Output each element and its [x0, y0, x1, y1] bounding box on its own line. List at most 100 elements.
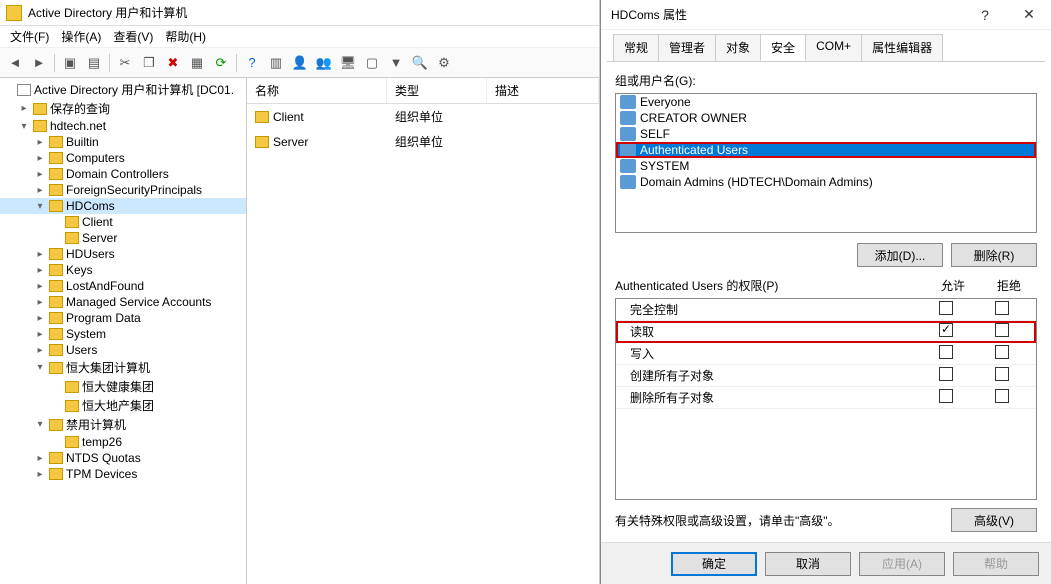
chevron-icon[interactable]: ▸	[34, 281, 46, 292]
tree-item[interactable]: ▾hdtech.net	[0, 118, 246, 134]
tree-item[interactable]: ▸Domain Controllers	[0, 166, 246, 182]
list-item[interactable]: Server组织单位	[247, 129, 599, 154]
col-desc[interactable]: 描述	[487, 78, 599, 103]
chevron-icon[interactable]: ▸	[34, 249, 46, 260]
tree-item[interactable]: ▸LostAndFound	[0, 278, 246, 294]
remove-button[interactable]: 删除(R)	[951, 243, 1037, 267]
tool1-icon[interactable]: ▥	[265, 52, 287, 74]
allow-checkbox[interactable]	[939, 345, 953, 359]
tree-item[interactable]: ▸Builtin	[0, 134, 246, 150]
delete-icon[interactable]: ✖	[162, 52, 184, 74]
deny-checkbox[interactable]	[995, 323, 1009, 337]
menu-file[interactable]: 文件(F)	[4, 26, 55, 47]
tree-item[interactable]: ▸HDUsers	[0, 246, 246, 262]
tree-item[interactable]: Client	[0, 214, 246, 230]
group-item[interactable]: Everyone	[616, 94, 1036, 110]
cut-icon[interactable]: ✂	[114, 52, 136, 74]
tree-item[interactable]: ▸TPM Devices	[0, 466, 246, 482]
tree-item[interactable]: Active Directory 用户和计算机 [DC01.	[0, 80, 246, 99]
computer-icon[interactable]: 🖥	[337, 52, 359, 74]
tree-item[interactable]: 恒大健康集团	[0, 377, 246, 396]
tree-item[interactable]: ▸Keys	[0, 262, 246, 278]
user-icon[interactable]: 👤	[289, 52, 311, 74]
ou-icon[interactable]: ▢	[361, 52, 383, 74]
back-icon[interactable]: ◄	[4, 52, 26, 74]
tab-2[interactable]: 对象	[715, 34, 761, 61]
deny-checkbox[interactable]	[995, 301, 1009, 315]
show-icon[interactable]: ▤	[83, 52, 105, 74]
deny-checkbox[interactable]	[995, 389, 1009, 403]
groups-list[interactable]: EveryoneCREATOR OWNERSELFAuthenticated U…	[615, 93, 1037, 233]
close-icon[interactable]: ✕	[1007, 0, 1051, 30]
tab-4[interactable]: COM+	[805, 34, 862, 61]
deny-checkbox[interactable]	[995, 367, 1009, 381]
tree-item[interactable]: ▾恒大集团计算机	[0, 358, 246, 377]
tree-item[interactable]: ▸NTDS Quotas	[0, 450, 246, 466]
refresh-icon[interactable]: ⟳	[210, 52, 232, 74]
tree-item[interactable]: 恒大地产集团	[0, 396, 246, 415]
chevron-icon[interactable]: ▾	[34, 362, 46, 373]
tab-0[interactable]: 常规	[613, 34, 659, 61]
list-pane[interactable]: 名称 类型 描述 Client组织单位Server组织单位	[247, 78, 599, 584]
chevron-icon[interactable]: ▸	[34, 137, 46, 148]
deny-checkbox[interactable]	[995, 345, 1009, 359]
menu-help[interactable]: 帮助(H)	[159, 26, 212, 47]
ok-button[interactable]: 确定	[671, 552, 757, 576]
chevron-icon[interactable]: ▸	[34, 329, 46, 340]
chevron-icon[interactable]: ▸	[34, 313, 46, 324]
tab-5[interactable]: 属性编辑器	[861, 34, 943, 61]
allow-checkbox[interactable]	[939, 301, 953, 315]
tree-pane[interactable]: Active Directory 用户和计算机 [DC01.▸保存的查询▾hdt…	[0, 78, 247, 584]
properties-icon[interactable]: ▦	[186, 52, 208, 74]
tree-item[interactable]: ▾HDComs	[0, 198, 246, 214]
chevron-icon[interactable]: ▾	[18, 121, 30, 132]
tree-item[interactable]: ▸ForeignSecurityPrincipals	[0, 182, 246, 198]
chevron-icon[interactable]: ▸	[34, 265, 46, 276]
allow-checkbox[interactable]	[939, 389, 953, 403]
chevron-icon[interactable]: ▸	[34, 453, 46, 464]
tree-item[interactable]: ▸Users	[0, 342, 246, 358]
tree-item[interactable]: Server	[0, 230, 246, 246]
group-item[interactable]: Authenticated Users	[616, 142, 1036, 158]
chevron-icon[interactable]: ▸	[34, 185, 46, 196]
list-item[interactable]: Client组织单位	[247, 104, 599, 129]
group-item[interactable]: SELF	[616, 126, 1036, 142]
tab-1[interactable]: 管理者	[658, 34, 716, 61]
add-button[interactable]: 添加(D)...	[857, 243, 943, 267]
up-icon[interactable]: ▣	[59, 52, 81, 74]
find-icon[interactable]: 🔍	[409, 52, 431, 74]
group-item[interactable]: CREATOR OWNER	[616, 110, 1036, 126]
allow-checkbox[interactable]	[939, 323, 953, 337]
tree-item[interactable]: ▸Program Data	[0, 310, 246, 326]
chevron-icon[interactable]: ▸	[34, 345, 46, 356]
tree-item[interactable]: ▸Managed Service Accounts	[0, 294, 246, 310]
tree-item[interactable]: ▾禁用计算机	[0, 415, 246, 434]
help-icon[interactable]: ?	[241, 52, 263, 74]
filter-icon[interactable]: ▼	[385, 52, 407, 74]
group-item[interactable]: SYSTEM	[616, 158, 1036, 174]
apply-button[interactable]: 应用(A)	[859, 552, 945, 576]
menu-view[interactable]: 查看(V)	[107, 26, 159, 47]
menu-action[interactable]: 操作(A)	[55, 26, 107, 47]
tree-item[interactable]: ▸System	[0, 326, 246, 342]
chevron-icon[interactable]: ▸	[18, 103, 30, 114]
group-icon[interactable]: 👥	[313, 52, 335, 74]
chevron-icon[interactable]: ▸	[34, 169, 46, 180]
tree-item[interactable]: ▸保存的查询	[0, 99, 246, 118]
allow-checkbox[interactable]	[939, 367, 953, 381]
chevron-icon[interactable]: ▸	[34, 153, 46, 164]
copy-icon[interactable]: ❐	[138, 52, 160, 74]
tree-item[interactable]: temp26	[0, 434, 246, 450]
chevron-icon[interactable]: ▾	[34, 201, 46, 212]
col-type[interactable]: 类型	[387, 78, 487, 103]
chevron-icon[interactable]: ▸	[34, 297, 46, 308]
chevron-icon[interactable]: ▸	[34, 469, 46, 480]
advanced-button[interactable]: 高级(V)	[951, 508, 1037, 532]
forward-icon[interactable]: ►	[28, 52, 50, 74]
tree-item[interactable]: ▸Computers	[0, 150, 246, 166]
permissions-list[interactable]: 完全控制读取写入创建所有子对象删除所有子对象	[615, 298, 1037, 500]
group-item[interactable]: Domain Admins (HDTECH\Domain Admins)	[616, 174, 1036, 190]
col-name[interactable]: 名称	[247, 78, 387, 103]
chevron-icon[interactable]: ▾	[34, 419, 46, 430]
cancel-button[interactable]: 取消	[765, 552, 851, 576]
